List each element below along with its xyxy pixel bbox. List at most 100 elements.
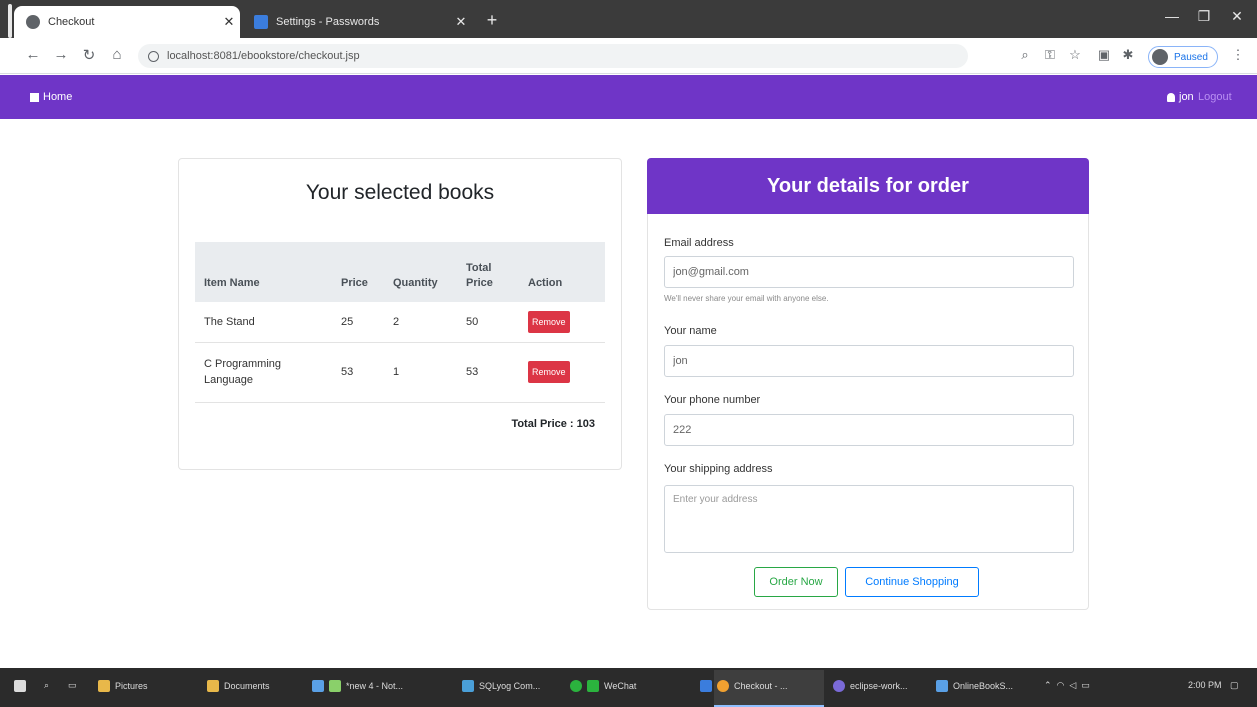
password-key-icon[interactable]: ⚿: [1040, 47, 1060, 63]
address-label: Your shipping address: [664, 463, 773, 475]
clock[interactable]: 2:00 PM: [1188, 680, 1222, 690]
taskbar-item-eclipse[interactable]: eclipse-work...: [833, 680, 908, 692]
folder-icon: [207, 680, 219, 692]
close-window-button[interactable]: ✕: [1222, 8, 1252, 25]
network-icon: ◠: [1056, 680, 1065, 690]
search-button[interactable]: ⌕: [44, 680, 49, 691]
home-label: Home: [43, 91, 73, 103]
name-field[interactable]: [664, 345, 1074, 377]
taskbar-label: *new 4 - Not...: [346, 681, 404, 691]
project-icon: [936, 680, 948, 692]
home-link[interactable]: Home: [30, 91, 72, 103]
continue-shopping-button[interactable]: Continue Shopping: [845, 567, 979, 597]
new-tab-button[interactable]: +: [480, 10, 504, 31]
system-tray[interactable]: ⌃ ◠ ◁ ▭: [1044, 680, 1090, 691]
remove-button[interactable]: Remove: [528, 361, 570, 383]
chevron-up-icon: ⌃: [1044, 680, 1052, 690]
table-row: The Stand 25 2 50 Remove: [195, 302, 605, 343]
windows-logo-icon: [14, 680, 26, 692]
task-view-button[interactable]: ▭: [68, 680, 77, 691]
home-icon: [30, 92, 39, 102]
remove-button[interactable]: Remove: [528, 310, 570, 333]
globe-icon: [26, 15, 40, 29]
column-header: Quantity: [384, 242, 457, 302]
user-link[interactable]: jon: [1167, 91, 1194, 103]
taskbar-item-pictures[interactable]: Pictures: [98, 680, 148, 692]
order-form-card: Your details for order Email address We'…: [647, 158, 1089, 610]
user-icon: [1167, 92, 1175, 102]
close-tab-icon[interactable]: ✕: [218, 14, 240, 30]
name-label: Your name: [664, 325, 717, 337]
extension-icon[interactable]: ▣: [1094, 47, 1114, 63]
notification-icon: ▢: [1230, 680, 1239, 690]
phone-field[interactable]: [664, 414, 1074, 446]
column-header: Total Price: [457, 242, 519, 302]
start-button[interactable]: [14, 680, 26, 692]
email-field[interactable]: [664, 256, 1074, 288]
bookmark-star-icon[interactable]: ☆: [1065, 47, 1085, 63]
email-help-text: We'll never share your email with anyone…: [664, 294, 829, 303]
close-tab-icon[interactable]: ✕: [450, 14, 472, 30]
action-cell: Remove: [519, 302, 605, 343]
item-name: The Stand: [195, 302, 332, 343]
item-total: 50: [457, 302, 519, 343]
url-text: localhost:8081/ebookstore/checkout.jsp: [167, 50, 360, 62]
taskbar-item-onlinebookstore[interactable]: OnlineBookS...: [936, 680, 1013, 692]
profile-status: Paused: [1174, 51, 1208, 63]
item-price: 25: [332, 302, 384, 343]
sqlyog-icon: [462, 680, 474, 692]
info-icon[interactable]: [148, 50, 159, 62]
form-title: Your details for order: [647, 158, 1089, 214]
zoom-icon[interactable]: ⌕: [1015, 47, 1035, 63]
email-label: Email address: [664, 237, 734, 249]
window-edge: [8, 4, 12, 38]
taskbar-item-wechat[interactable]: WeChat: [570, 680, 636, 692]
taskbar-item-notepad[interactable]: *new 4 - Not...: [312, 680, 403, 692]
wechat-icon: [587, 680, 599, 692]
reload-icon[interactable]: ↻: [78, 46, 100, 64]
forward-arrow-icon[interactable]: →: [50, 46, 72, 63]
tab-settings-passwords[interactable]: Settings - Passwords ✕: [242, 6, 472, 38]
tab-checkout[interactable]: Checkout ✕: [14, 6, 240, 38]
home-icon[interactable]: ⌂: [106, 46, 128, 63]
logout-link[interactable]: Logout: [1198, 91, 1232, 103]
tab-label: Checkout: [48, 16, 95, 28]
maximize-button[interactable]: ❐: [1189, 8, 1219, 25]
eclipse-icon: [833, 680, 845, 692]
back-arrow-icon[interactable]: ←: [22, 46, 44, 63]
settings-favicon-icon: [254, 15, 268, 29]
user-name: jon: [1179, 91, 1194, 103]
taskbar-label: OnlineBookS...: [953, 681, 1014, 691]
taskbar-label: eclipse-work...: [850, 681, 908, 691]
column-header: Price: [332, 242, 384, 302]
table-header-row: Item Name Price Quantity Total Price Act…: [195, 242, 605, 302]
puzzle-icon[interactable]: ✱: [1118, 47, 1138, 63]
keyboard-icon: ▭: [1081, 680, 1090, 690]
taskbar-label: Documents: [224, 681, 270, 691]
taskbar-item-sqlyog[interactable]: SQLyog Com...: [462, 680, 540, 692]
profile-button[interactable]: Paused: [1148, 46, 1218, 68]
total-price-header: Total Price: [466, 262, 493, 289]
address-field[interactable]: [664, 485, 1074, 553]
action-cell: Remove: [519, 342, 605, 403]
menu-kebab-icon[interactable]: ⋮: [1228, 47, 1248, 63]
order-now-button[interactable]: Order Now: [754, 567, 838, 597]
item-quantity: 2: [384, 302, 457, 343]
phone-label: Your phone number: [664, 394, 761, 406]
column-header: Action: [519, 242, 605, 302]
cart-card: Your selected books Item Name Price Quan…: [178, 158, 622, 470]
notepad-plus-icon: [329, 680, 341, 692]
avatar: [1152, 49, 1168, 65]
minimize-button[interactable]: —: [1157, 8, 1187, 24]
table-row: C Programming Language 53 1 53 Remove: [195, 342, 605, 403]
address-bar[interactable]: localhost:8081/ebookstore/checkout.jsp: [138, 44, 968, 68]
taskbar-item-documents[interactable]: Documents: [207, 680, 270, 692]
taskbar-label: WeChat: [604, 681, 637, 691]
taskbar-item-checkout[interactable]: Checkout - ...: [700, 680, 788, 692]
cart-table: Item Name Price Quantity Total Price Act…: [195, 242, 605, 403]
os-taskbar: ⌕ ▭ Pictures Documents *new 4 - Not... S…: [0, 668, 1257, 707]
notifications-button[interactable]: ▢: [1230, 680, 1239, 691]
item-name-text: C Programming Language: [204, 358, 282, 386]
item-total: 53: [457, 342, 519, 403]
task-view-icon: ▭: [68, 680, 77, 690]
